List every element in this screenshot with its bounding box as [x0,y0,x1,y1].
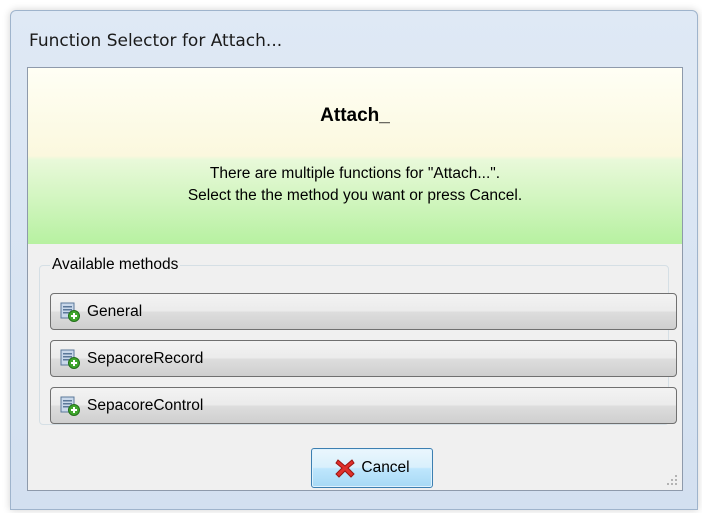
method-button-general[interactable]: General [50,293,677,330]
banner-message-line2: Select the the method you want or press … [187,187,523,204]
cancel-button[interactable]: Cancel [311,448,433,488]
method-button-sepacorecontrol[interactable]: SepacoreControl [50,387,677,424]
method-add-icon [60,396,80,416]
available-methods-legend: Available methods [50,256,181,274]
banner-title: Attach_ [320,105,390,126]
method-button-sepacorerecord[interactable]: SepacoreRecord [50,340,677,377]
method-label-sepacorecontrol: SepacoreControl [87,396,204,414]
dialog-window: Function Selector for Attach... Attach_ … [10,10,698,510]
banner-message-line1: There are multiple functions for "Attach… [209,165,501,182]
method-add-icon [60,302,80,322]
red-x-icon [335,459,356,478]
method-add-icon [60,349,80,369]
cancel-button-label: Cancel [361,459,410,476]
info-banner: Attach_ There are multiple functions for… [28,68,682,244]
resize-grip-icon[interactable] [666,474,678,486]
method-label-general: General [87,302,143,320]
method-label-sepacorerecord: SepacoreRecord [87,349,204,367]
dialog-content: Attach_ There are multiple functions for… [27,67,683,491]
title-bar[interactable]: Function Selector for Attach... [11,11,697,71]
window-title: Function Selector for Attach... [29,31,283,51]
